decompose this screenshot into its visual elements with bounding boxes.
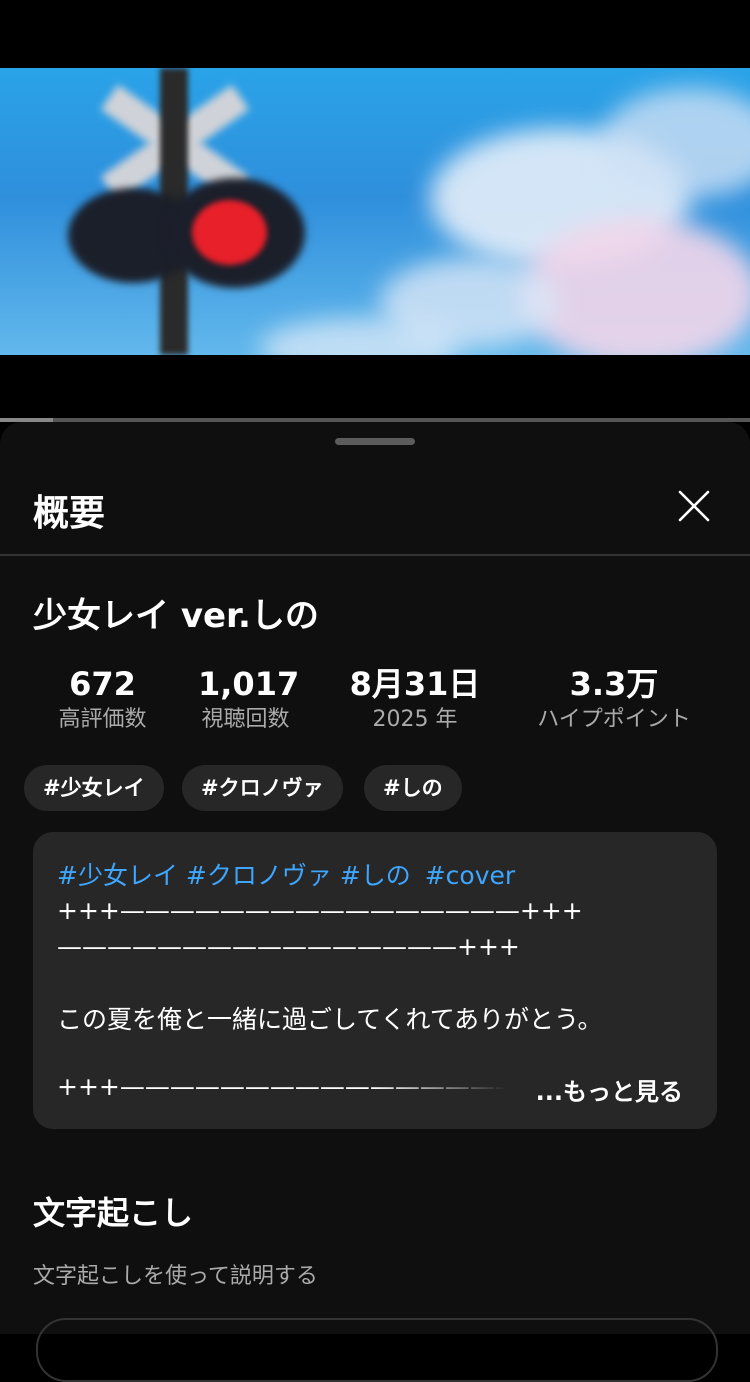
transcript-button[interactable] [36, 1318, 718, 1382]
description-hashtags: #少女レイ #クロノヴァ #しの #cover [57, 856, 515, 892]
stat-label: 高評価数 [58, 707, 147, 732]
video-player[interactable] [0, 0, 750, 422]
stat-label: ハイプポイント [537, 707, 691, 732]
hashtag-link[interactable]: #cover [425, 861, 515, 890]
hashtag-link[interactable]: #少女レイ [57, 861, 178, 890]
transcript-subtitle: 文字起こしを使って説明する [33, 1264, 318, 1289]
divider [0, 554, 750, 556]
description-line: ————————————————+++ [57, 932, 520, 961]
video-thumbnail [0, 68, 750, 355]
tag-chip[interactable]: #少女レイ [24, 765, 164, 811]
stat-label: 視聴回数 [201, 707, 290, 732]
transcript-title: 文字起こし [33, 1194, 194, 1232]
video-title: 少女レイ ver.しの [33, 596, 319, 636]
tag-chip[interactable]: #クロノヴァ [182, 765, 343, 811]
description-line: この夏を俺と一緒に過ごしてくれてありがとう。 [57, 1005, 603, 1034]
description-box[interactable]: #少女レイ #クロノヴァ #しの #cover +++—————————————… [33, 832, 717, 1129]
stat-value: 3.3万 [569, 665, 659, 703]
description-line: +++————————————————+++ [57, 896, 583, 925]
stat-date: 8月31日 2025 年 [345, 664, 485, 736]
description-line: +++————————————————+++—— [57, 1072, 507, 1101]
drag-handle[interactable] [335, 438, 415, 445]
stat-label: 2025 年 [372, 707, 458, 732]
stats-row: 672 高評価数 1,017 視聴回数 8月31日 2025 年 3.3万 ハイ… [0, 664, 750, 744]
show-more-button[interactable]: ...もっと見る [509, 1072, 683, 1107]
stat-hype: 3.3万 ハイプポイント [530, 664, 698, 736]
stat-value: 672 [69, 665, 136, 703]
sheet-title: 概要 [33, 493, 106, 534]
description-sheet: 概要 少女レイ ver.しの 672 高評価数 1,017 視聴回数 8月31日… [0, 422, 750, 1382]
stat-value: 1,017 [198, 665, 300, 703]
stat-value: 8月31日 [349, 665, 481, 703]
stat-views: 1,017 視聴回数 [198, 664, 300, 736]
tag-chip[interactable]: #しの [364, 765, 462, 811]
hashtag-link[interactable]: #クロノヴァ [186, 861, 332, 890]
stat-likes: 672 高評価数 [55, 664, 150, 736]
hashtag-link[interactable]: #しの [340, 861, 411, 890]
close-icon[interactable] [672, 484, 716, 528]
